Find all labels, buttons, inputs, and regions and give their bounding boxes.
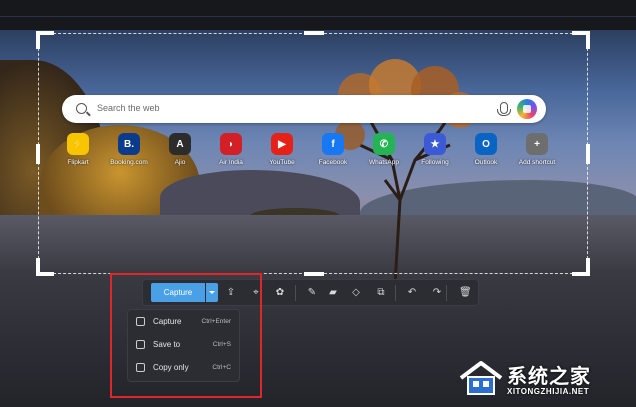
annotation-highlight-box [110, 273, 262, 398]
top-divider [0, 16, 636, 17]
whatsapp-icon: ✆ [373, 133, 395, 155]
youtube-icon: ▶ [271, 133, 293, 155]
redo-icon[interactable]: ↷ [431, 287, 443, 299]
resize-handle-left[interactable] [36, 144, 40, 164]
quick-link-label: Flipkart [67, 159, 89, 166]
resize-handle-bottom[interactable] [304, 272, 324, 276]
window-top-bar [0, 0, 636, 30]
quick-link-label: Air India [219, 159, 243, 166]
resize-handle-bottom-left[interactable] [36, 258, 54, 276]
resize-handle-right[interactable] [586, 144, 590, 164]
quick-link-label: WhatsApp [369, 159, 399, 166]
quick-link-label: Ajio [174, 159, 186, 166]
quick-link-tile[interactable]: A Ajio [154, 133, 206, 166]
quick-link-tile[interactable]: + Add shortcut [511, 133, 563, 166]
add-icon: + [526, 133, 548, 155]
following-icon: ★ [424, 133, 446, 155]
ajio-icon: A [169, 133, 191, 155]
quick-link-label: Booking.com [110, 159, 148, 166]
undo-icon[interactable]: ↶ [406, 287, 418, 299]
quick-link-label: Following [421, 159, 449, 166]
quick-link-label: Add shortcut [518, 159, 556, 166]
resize-handle-top-right[interactable] [572, 31, 590, 49]
quick-link-label: YouTube [269, 159, 295, 166]
booking-icon: B. [118, 133, 140, 155]
resize-handle-top-left[interactable] [36, 31, 54, 49]
flipkart-icon: ⚡ [67, 133, 89, 155]
quick-link-label: Outlook [474, 159, 498, 166]
toolbar-divider [395, 285, 396, 301]
quick-links: ⚡ Flipkart B. Booking.com A Ajio ◗ Air India ▶ Yo… [52, 133, 555, 173]
shapes-icon[interactable]: ⧉ [375, 287, 387, 299]
quick-link-tile[interactable]: ⚡ Flipkart [52, 133, 104, 166]
air-india-icon: ◗ [220, 133, 242, 155]
quick-link-tile[interactable]: ▶ YouTube [256, 133, 308, 166]
eraser-icon[interactable]: ◇ [350, 287, 362, 299]
search-placeholder: Search the web [97, 103, 160, 113]
quick-link-tile[interactable]: ★ Following [409, 133, 461, 166]
quick-link-tile[interactable]: ✆ WhatsApp [358, 133, 410, 166]
copilot-icon[interactable] [517, 99, 537, 119]
quick-link-tile[interactable]: O Outlook [460, 133, 512, 166]
quick-link-tile[interactable]: f Facebook [307, 133, 359, 166]
outlook-icon: O [475, 133, 497, 155]
watermark-site-text: XITONGZHIJIA.NET [507, 387, 590, 396]
watermark-chinese-text: 系统之家 [507, 364, 591, 388]
watermark-house-icon [459, 361, 503, 395]
quick-link-label: Facebook [318, 159, 348, 166]
delete-icon[interactable]: 🗑 [459, 287, 472, 299]
quick-link-tile[interactable]: ◗ Air India [205, 133, 257, 166]
web-search-box[interactable]: Search the web [62, 95, 546, 123]
quick-link-tile[interactable]: B. Booking.com [103, 133, 155, 166]
resize-handle-top[interactable] [304, 31, 324, 35]
pen-icon[interactable]: ✎ [306, 287, 318, 299]
watermark: 系统之家 XITONGZHIJIA.NET [455, 356, 635, 404]
microphone-icon[interactable] [497, 102, 511, 116]
toolbar-divider [446, 285, 447, 301]
facebook-icon: f [322, 133, 344, 155]
search-icon [76, 103, 87, 114]
toolbar-divider [295, 285, 296, 301]
highlighter-icon[interactable]: ▰ [327, 287, 339, 299]
resize-handle-bottom-right[interactable] [572, 258, 590, 276]
copilot-icon[interactable]: ✿ [274, 287, 286, 299]
